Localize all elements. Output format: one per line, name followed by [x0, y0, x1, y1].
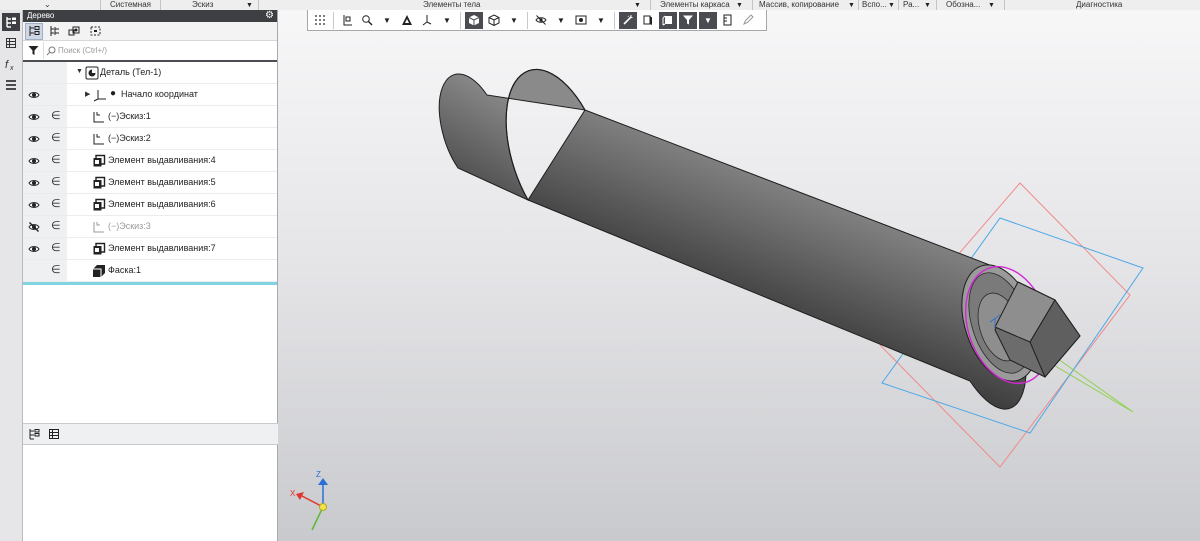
tree-end-marker [23, 282, 277, 285]
tree-toolbar [23, 22, 277, 41]
ribbon-group-ra[interactable]: Ра... [903, 0, 919, 10]
shaft-body[interactable] [527, 109, 1027, 410]
search-input[interactable]: Поиск (Ctrl+/) [58, 46, 107, 55]
properties-tab-icon[interactable] [46, 427, 62, 442]
tree-origin-label: Начало координат [121, 89, 198, 99]
ribbon-group-system[interactable]: Системная [110, 0, 151, 10]
ribbon-group-aux-dropdown-icon[interactable]: ▼ [886, 0, 895, 10]
svg-text:x: x [9, 65, 14, 71]
part-icon [85, 66, 99, 80]
include-icon[interactable]: ∈ [51, 175, 61, 188]
ribbon-group-aux[interactable]: Вспо... [862, 0, 887, 10]
panel-bottom-tabs [23, 423, 280, 445]
tree-panel-icon[interactable] [2, 13, 20, 31]
layers-menu-icon[interactable] [2, 76, 20, 94]
tree-item-label: Элемент выдавливания:4 [108, 155, 216, 165]
extrude-icon [93, 242, 106, 255]
ribbon-group-frame-dropdown-icon[interactable]: ▼ [734, 0, 743, 10]
tree-row-origin[interactable]: ▶ ● Начало координат [23, 84, 277, 106]
eye-icon[interactable] [28, 243, 40, 255]
tree-item-label: Элемент выдавливания:7 [108, 243, 216, 253]
collapse-arrow-icon[interactable]: ▼ [76, 68, 83, 75]
eye-icon[interactable] [28, 177, 40, 189]
eye-icon[interactable] [28, 89, 40, 101]
ribbon-group-body[interactable]: Элементы тела [423, 0, 480, 10]
extrude-icon [93, 198, 106, 211]
tree-row-sketch-3[interactable]: ∈ (−)Эскиз:3 [23, 216, 277, 238]
tree-item-label: (−)Эскиз:1 [108, 111, 151, 121]
eye-icon[interactable] [28, 133, 40, 145]
tree-row-sketch-2[interactable]: ∈ (−)Эскиз:2 [23, 128, 277, 150]
tree-item-label: Элемент выдавливания:6 [108, 199, 216, 209]
tree-item-label: Элемент выдавливания:5 [108, 177, 216, 187]
svg-text:f: f [5, 59, 9, 71]
sketch-icon [93, 222, 104, 233]
ribbon-group-array-dropdown-icon[interactable]: ▼ [846, 0, 855, 10]
ribbon-group-sketch-dropdown-icon[interactable]: ▼ [244, 0, 253, 10]
tree-row-extrude-7[interactable]: ∈ Элемент выдавливания:7 [23, 238, 277, 260]
panel-title-bar: Дерево ⚙ [23, 10, 277, 22]
expand-arrow-icon[interactable]: ▶ [85, 90, 90, 98]
extrude-icon [93, 154, 106, 167]
origin-icon [93, 90, 106, 102]
eye-hidden-icon[interactable] [28, 221, 40, 233]
model-canvas: Z X [290, 68, 1144, 531]
tree-structure-icon[interactable] [25, 22, 43, 40]
tree-root-row[interactable]: ▼ Деталь (Тел-1) [23, 62, 277, 84]
include-icon[interactable]: ∈ [51, 109, 61, 122]
include-icon[interactable]: ∈ [51, 219, 61, 232]
panel-title: Дерево [27, 11, 55, 20]
tree-row-extrude-6[interactable]: ∈ Элемент выдавливания:6 [23, 194, 277, 216]
ribbon-collapse-icon[interactable]: ⌄ [44, 0, 51, 10]
include-icon[interactable]: ∈ [51, 131, 61, 144]
filter-icon[interactable] [23, 42, 44, 59]
extrude-icon [93, 176, 106, 189]
tree-tab-icon[interactable] [26, 427, 42, 442]
model-tree: ▼ Деталь (Тел-1) ▶ ● Начало координат ∈ … [23, 62, 277, 285]
tree-item-label: (−)Эскиз:2 [108, 133, 151, 143]
tree-item-label: Фаска:1 [108, 265, 141, 275]
eye-icon[interactable] [28, 111, 40, 123]
include-icon[interactable]: ∈ [51, 197, 61, 210]
ribbon-group-ra-dropdown-icon[interactable]: ▼ [922, 0, 931, 10]
model-tree-panel: Дерево ⚙ Поиск (Ctrl+/) ▼ Деталь (Тел-1)… [23, 10, 280, 541]
ribbon-group-notation-dropdown-icon[interactable]: ▼ [986, 0, 995, 10]
ribbon-group-sketch[interactable]: Эскиз [192, 0, 213, 10]
ribbon-group-array[interactable]: Массив, копирование [759, 0, 839, 10]
tree-row-sketch-1[interactable]: ∈ (−)Эскиз:1 [23, 106, 277, 128]
eye-icon[interactable] [28, 155, 40, 167]
tree-sections-icon[interactable] [87, 24, 103, 39]
gear-icon[interactable]: ⚙ [265, 10, 274, 22]
ribbon-group-body-dropdown-icon[interactable]: ▼ [632, 0, 641, 10]
tree-row-chamfer-1[interactable]: ∈ Фаска:1 [23, 260, 277, 282]
x-axis-label: X [290, 489, 296, 498]
axes-triad[interactable]: Z X [290, 470, 328, 531]
search-icon [44, 46, 58, 56]
tree-root-label: Деталь (Тел-1) [100, 67, 162, 77]
ribbon-group-notation[interactable]: Обозна... [946, 0, 980, 10]
left-sidebar: fx [0, 10, 23, 541]
include-icon[interactable]: ∈ [51, 263, 61, 276]
chamfer-icon [93, 265, 105, 277]
tree-row-extrude-5[interactable]: ∈ Элемент выдавливания:5 [23, 172, 277, 194]
ribbon-group-diagnostics[interactable]: Диагностика [1076, 0, 1122, 10]
origin-dot-icon: ● [110, 88, 117, 99]
eye-icon[interactable] [28, 199, 40, 211]
sketch-icon [93, 112, 104, 123]
include-icon[interactable]: ∈ [51, 153, 61, 166]
tree-search: Поиск (Ctrl+/) [23, 41, 277, 62]
z-axis-label: Z [316, 470, 321, 479]
ribbon-group-frame[interactable]: Элементы каркаса [660, 0, 730, 10]
tree-history-icon[interactable] [47, 24, 63, 39]
variables-fx-icon[interactable]: fx [2, 55, 20, 73]
include-icon[interactable]: ∈ [51, 241, 61, 254]
properties-panel-icon[interactable] [2, 34, 20, 52]
tree-relations-icon[interactable] [67, 24, 83, 39]
sketch-icon [93, 134, 104, 145]
tree-item-label: (−)Эскиз:3 [108, 221, 151, 231]
tree-row-extrude-4[interactable]: ∈ Элемент выдавливания:4 [23, 150, 277, 172]
3d-viewport[interactable]: ▼ ▼ ▼ ▼ ▼ ▼ Z X [278, 10, 1200, 541]
